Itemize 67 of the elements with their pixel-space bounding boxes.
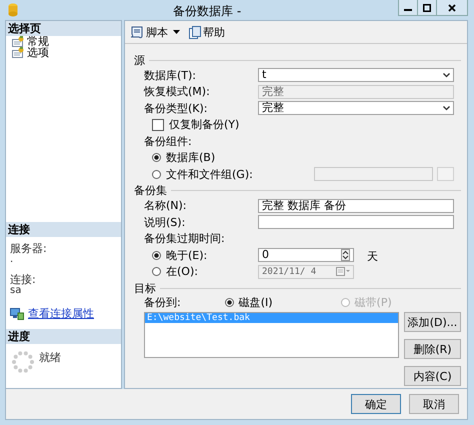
group-title: 备份集 — [134, 183, 167, 198]
unit-label: 天 — [367, 249, 378, 264]
database-label: 数据库(T): — [144, 68, 196, 83]
date-picker[interactable]: 2021/11/ 4 — [258, 264, 354, 278]
page-icon — [12, 47, 24, 58]
maximize-icon — [423, 4, 431, 12]
server-value: . — [10, 256, 14, 266]
backup-type-label: 备份类型(K): — [144, 100, 208, 116]
description-field[interactable] — [258, 215, 454, 229]
backup-component-label: 备份组件: — [144, 134, 192, 149]
action-button[interactable]: 内容(C) — [404, 366, 461, 386]
days-field[interactable]: 0 — [258, 248, 354, 262]
maximize-button[interactable] — [417, 0, 437, 16]
radio-label: 晚于(E): — [166, 248, 208, 263]
database-icon — [8, 3, 18, 17]
page-item[interactable]: 常规 — [6, 36, 121, 47]
connection-value: sa — [10, 287, 22, 297]
recovery-mode-field: 完整 — [258, 84, 454, 98]
page-item[interactable]: 选项 — [6, 47, 121, 58]
minimize-button[interactable] — [398, 0, 418, 16]
ok-button[interactable]: 确定 — [351, 394, 401, 414]
group-title: 目标 — [134, 280, 156, 296]
cancel-button[interactable]: 取消 — [409, 394, 459, 414]
script-button[interactable]: 脚本 — [129, 24, 169, 40]
expiration-label: 备份集过期时间: — [144, 231, 225, 246]
server-label: 服务器: — [10, 241, 48, 256]
radio-button[interactable] — [152, 250, 161, 260]
spinner-icon — [11, 350, 35, 374]
page-icon — [12, 36, 24, 47]
connection-label: 连接: — [10, 272, 37, 287]
action-button[interactable]: 删除(R) — [404, 339, 461, 359]
radio-label: 磁盘(I) — [238, 295, 273, 310]
connection-icon — [10, 308, 24, 320]
radio-button[interactable] — [152, 153, 161, 162]
progress-status: 就绪 — [39, 350, 61, 366]
description-label: 说明(S): — [144, 214, 186, 230]
section-header: 进度 — [6, 329, 121, 344]
close-button[interactable] — [436, 0, 468, 16]
radio-button[interactable] — [152, 267, 161, 276]
backup-to-label: 备份到: — [144, 295, 181, 310]
calendar-icon — [336, 267, 350, 276]
help-button[interactable]: 帮助 — [188, 24, 226, 40]
group-title: 源 — [134, 52, 145, 68]
connection-properties-link[interactable]: 查看连接属性 — [28, 306, 94, 321]
name-field[interactable]: 完整 数据库 备份 — [258, 198, 454, 212]
name-label: 名称(N): — [144, 198, 187, 214]
chevron-down-icon — [443, 72, 450, 78]
radio-label: 文件和文件组(G): — [166, 166, 253, 182]
radio-label: 在(O): — [166, 264, 198, 280]
checkbox[interactable] — [152, 118, 164, 131]
recovery-mode-label: 恢复模式(M): — [144, 84, 210, 100]
database-dropdown[interactable]: t — [258, 68, 454, 82]
script-icon — [130, 26, 144, 38]
radio-label: 磁带(P) — [354, 295, 392, 310]
backup-type-dropdown[interactable]: 完整 — [258, 101, 454, 115]
section-header: 连接 — [6, 222, 121, 237]
close-icon — [448, 4, 456, 12]
radio-button[interactable] — [152, 170, 161, 179]
window-title: 备份数据库 - — [173, 3, 242, 20]
spinner-arrows-icon — [341, 249, 350, 261]
radio-label: 数据库(B) — [166, 150, 216, 166]
chevron-down-icon — [443, 106, 450, 110]
radio-button[interactable] — [224, 298, 234, 307]
section-header: 选择页 — [6, 21, 121, 36]
help-icon — [189, 26, 201, 38]
action-button[interactable]: 添加(D)... — [404, 312, 461, 332]
checkbox-label: 仅复制备份(Y) — [169, 117, 240, 132]
